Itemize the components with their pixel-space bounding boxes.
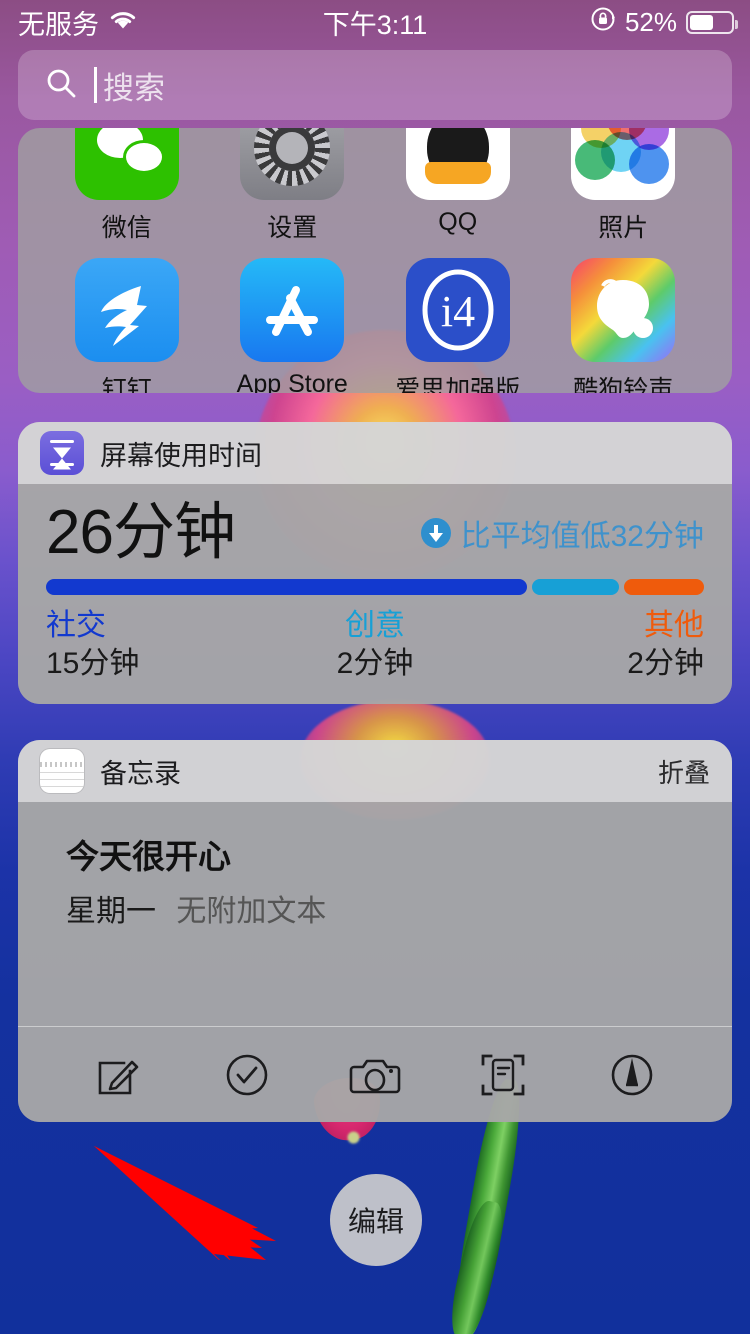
category-name: 其他 — [643, 609, 704, 643]
dingtalk-icon — [74, 258, 179, 362]
search-bar-container: 搜索 — [0, 44, 750, 128]
rotation-lock-icon — [590, 6, 616, 39]
app-item-wechat[interactable]: 微信 — [44, 128, 210, 244]
screen-time-comparison: 比平均值低32分钟 — [420, 511, 704, 565]
camera-icon[interactable] — [345, 1045, 405, 1105]
app-item-qq[interactable]: QQ — [375, 128, 541, 244]
app-label: 钉钉 — [101, 376, 152, 393]
notes-body[interactable]: 今天很开心 星期一 无附加文本 — [18, 802, 732, 1026]
app-label: 微信 — [101, 214, 152, 242]
edit-button[interactable]: 编辑 — [330, 1174, 422, 1266]
note-subtitle: 星期一 无附加文本 — [66, 886, 684, 930]
qq-icon — [405, 128, 510, 200]
screen-time-usage-bar — [46, 579, 704, 596]
app-label: 设置 — [267, 214, 318, 242]
notes-widget[interactable]: 备忘录 折叠 今天很开心 星期一 无附加文本 — [18, 740, 732, 1122]
siri-app-suggestions-widget[interactable]: 微信 设置 QQ 照片 钉钉 App Store i4 爱思加强版 酷狗铃声 — [18, 128, 732, 393]
photos-icon — [571, 128, 676, 200]
kugou-ringtone-icon — [571, 258, 676, 362]
app-label: App Store — [236, 370, 348, 393]
category-item: 社交 15分钟 — [46, 607, 265, 682]
usage-segment — [46, 579, 527, 596]
compose-icon[interactable] — [88, 1045, 148, 1105]
usage-segment — [531, 579, 619, 596]
app-label: QQ — [438, 208, 478, 236]
category-item: 其他 2分钟 — [485, 607, 704, 682]
screen-time-widget[interactable]: 屏幕使用时间 26分钟 比平均值低32分钟 社交 15分钟 创意 2分钟 其他 2分钟 — [18, 422, 732, 705]
notes-toolbar — [18, 1026, 732, 1122]
category-name: 创意 — [344, 609, 405, 643]
search-placeholder: 搜索 — [103, 70, 165, 106]
app-item-app-store[interactable]: App Store — [210, 258, 376, 393]
battery-icon — [686, 10, 738, 34]
status-bar: 无服务 下午3:11 52% — [0, 0, 750, 44]
app-label: 照片 — [598, 214, 649, 242]
app-item-settings[interactable]: 设置 — [210, 128, 376, 244]
note-day: 星期一 — [66, 895, 156, 928]
checklist-icon[interactable] — [217, 1045, 277, 1105]
note-title: 今天很开心 — [66, 838, 231, 875]
status-bar-right: 52% — [590, 6, 738, 39]
app-grid-row-2: 钉钉 App Store i4 爱思加强版 酷狗铃声 — [18, 258, 732, 393]
app-item-photos[interactable]: 照片 — [541, 128, 707, 244]
notes-collapse-button[interactable]: 折叠 — [658, 753, 710, 790]
app-label: 酷狗铃声 — [573, 376, 674, 393]
i4-icon: i4 — [405, 258, 510, 362]
svg-text:i4: i4 — [441, 287, 475, 336]
screen-time-total: 26分钟 — [46, 498, 236, 567]
settings-icon — [240, 128, 345, 200]
screen-time-body: 26分钟 比平均值低32分钟 社交 15分钟 创意 2分钟 其他 2分钟 — [18, 484, 732, 705]
screen-time-comparison-text: 比平均值低32分钟 — [460, 520, 704, 554]
search-text-cursor — [94, 67, 97, 103]
wallpaper-stem-lower — [444, 1197, 510, 1334]
screen-time-categories: 社交 15分钟 创意 2分钟 其他 2分钟 — [46, 607, 704, 682]
screen-time-title: 屏幕使用时间 — [100, 440, 262, 471]
screen-time-summary-row: 26分钟 比平均值低32分钟 — [46, 500, 704, 565]
usage-segment — [623, 579, 704, 596]
search-icon — [44, 66, 78, 105]
note-preview: 无附加文本 — [176, 895, 327, 928]
battery-fill — [690, 14, 713, 30]
markup-pen-icon[interactable] — [602, 1045, 662, 1105]
wechat-icon — [74, 128, 179, 200]
hourglass-icon — [40, 431, 84, 475]
app-grid-row-1: 微信 设置 QQ 照片 — [18, 128, 732, 244]
battery-percentage: 52% — [624, 6, 677, 37]
category-value: 15分钟 — [46, 646, 140, 680]
notes-icon — [40, 749, 84, 793]
screen-time-header: 屏幕使用时间 — [18, 422, 732, 484]
app-item-dingtalk[interactable]: 钉钉 — [44, 258, 210, 393]
app-store-icon — [240, 258, 345, 362]
arrow-down-circle-icon — [420, 518, 451, 549]
app-label: 爱思加强版 — [395, 376, 521, 393]
category-name: 社交 — [46, 609, 106, 643]
category-value: 2分钟 — [336, 646, 414, 680]
category-item: 创意 2分钟 — [265, 607, 484, 682]
search-input[interactable]: 搜索 — [18, 50, 732, 120]
category-value: 2分钟 — [627, 646, 704, 680]
notes-header: 备忘录 折叠 — [18, 740, 732, 802]
app-item-i4[interactable]: i4 爱思加强版 — [375, 258, 541, 393]
today-view-screen: 无服务 下午3:11 52% 搜索 微信 设置 QQ 照片 钉钉 App Sto… — [0, 0, 750, 1334]
scan-document-icon[interactable] — [473, 1045, 533, 1105]
notes-title: 备忘录 — [100, 758, 181, 789]
app-item-kugou-ringtone[interactable]: 酷狗铃声 — [541, 258, 707, 393]
